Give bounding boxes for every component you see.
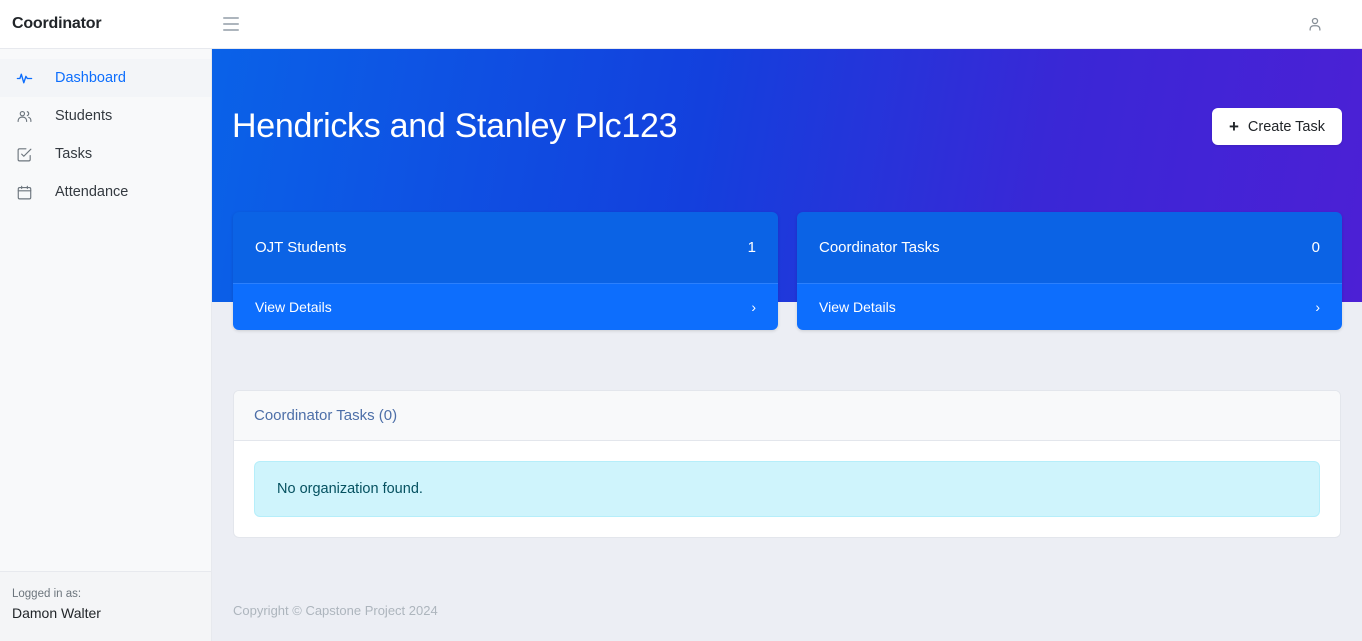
checklist-square-icon	[16, 146, 33, 163]
user-icon[interactable]	[1306, 15, 1324, 33]
sidebar-item-attendance[interactable]: Attendance	[0, 173, 211, 211]
sidebar: Dashboard Students Tasks Attendance Logg…	[0, 49, 212, 641]
panel-header: Coordinator Tasks (0)	[234, 391, 1340, 441]
sidebar-item-label: Tasks	[55, 146, 93, 162]
stat-card-label: Coordinator Tasks	[819, 239, 940, 256]
sidebar-item-label: Students	[55, 108, 113, 124]
brand-title: Coordinator	[12, 15, 102, 32]
stat-card-value: 0	[1311, 239, 1320, 256]
stat-card-ojt-students[interactable]: OJT Students 1 View Details ›	[233, 212, 778, 330]
hamburger-bar	[223, 17, 239, 19]
stat-card-body: Coordinator Tasks 0	[797, 212, 1342, 283]
hero-row: Hendricks and Stanley Plc123 + Create Ta…	[232, 49, 1342, 146]
stat-card-value: 1	[747, 239, 756, 256]
sidebar-user-footer: Logged in as: Damon Walter	[0, 570, 211, 641]
sidebar-item-label: Dashboard	[55, 70, 126, 86]
create-task-button[interactable]: + Create Task	[1211, 108, 1342, 145]
stat-card-label: OJT Students	[255, 239, 347, 256]
calendar-icon	[16, 184, 33, 201]
stat-card-footer-link[interactable]: View Details ›	[797, 283, 1342, 330]
sidebar-item-label: Attendance	[55, 184, 129, 200]
hamburger-bar	[223, 29, 239, 31]
main-content: Hendricks and Stanley Plc123 + Create Ta…	[212, 49, 1362, 641]
stat-card-footer-link[interactable]: View Details ›	[233, 283, 778, 330]
stat-cards: OJT Students 1 View Details › Coordinato…	[233, 212, 1342, 330]
people-icon	[16, 108, 33, 125]
chevron-right-icon: ›	[1315, 299, 1320, 315]
panel-body: No organization found.	[234, 441, 1340, 537]
copyright-text: Copyright © Capstone Project 2024	[233, 602, 438, 618]
chevron-right-icon: ›	[751, 299, 756, 315]
no-organization-alert: No organization found.	[254, 461, 1320, 517]
hero-banner: Hendricks and Stanley Plc123 + Create Ta…	[212, 49, 1362, 330]
view-details-label: View Details	[819, 299, 896, 315]
plus-icon: +	[1228, 117, 1239, 136]
sidebar-item-dashboard[interactable]: Dashboard	[0, 59, 211, 97]
page-footer: Copyright © Capstone Project 2024	[212, 579, 1362, 641]
sidebar-item-students[interactable]: Students	[0, 97, 211, 135]
stat-card-coordinator-tasks[interactable]: Coordinator Tasks 0 View Details ›	[797, 212, 1342, 330]
hamburger-icon[interactable]	[218, 11, 244, 37]
sidebar-nav-list: Dashboard Students Tasks Attendance	[0, 49, 211, 211]
sidebar-item-tasks[interactable]: Tasks	[0, 135, 211, 173]
page-title: Hendricks and Stanley Plc123	[232, 107, 678, 145]
hamburger-bar	[223, 23, 239, 25]
view-details-label: View Details	[255, 299, 332, 315]
coordinator-tasks-panel: Coordinator Tasks (0) No organization fo…	[233, 390, 1341, 538]
logged-in-label: Logged in as:	[12, 587, 82, 600]
create-task-label: Create Task	[1247, 118, 1325, 135]
activity-pulse-icon	[16, 70, 33, 87]
top-navbar: Coordinator	[0, 0, 1362, 49]
logged-in-user-name: Damon Walter	[12, 605, 101, 622]
app-root: Coordinator Dashboard Students Tasks Att…	[0, 0, 1362, 641]
stat-card-body: OJT Students 1	[233, 212, 778, 283]
